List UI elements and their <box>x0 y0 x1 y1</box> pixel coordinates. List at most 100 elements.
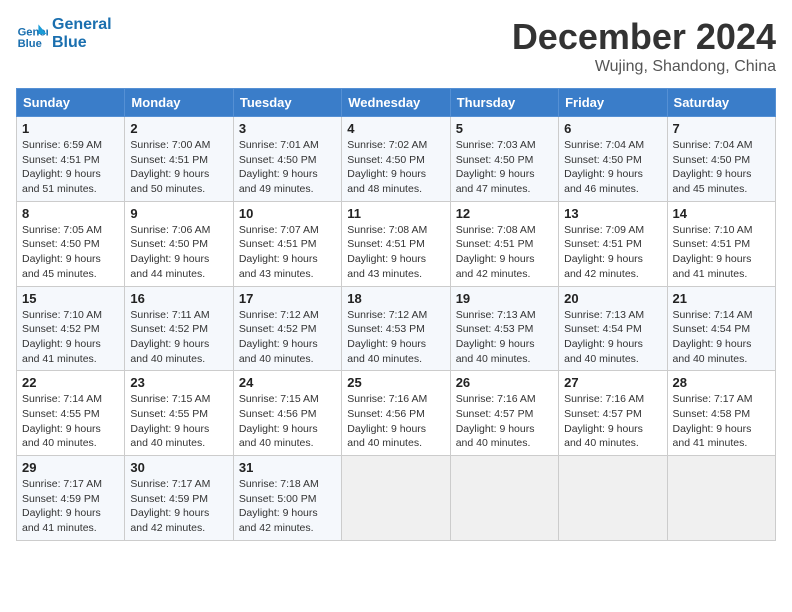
day-info: Sunrise: 7:06 AMSunset: 4:50 PMDaylight:… <box>130 223 227 282</box>
location: Wujing, Shandong, China <box>512 58 776 76</box>
calendar-cell: 15 Sunrise: 7:10 AMSunset: 4:52 PMDayligh… <box>17 286 125 371</box>
day-number: 16 <box>130 291 227 306</box>
day-info: Sunrise: 7:00 AMSunset: 4:51 PMDaylight:… <box>130 138 227 197</box>
day-info: Sunrise: 6:59 AMSunset: 4:51 PMDaylight:… <box>22 138 119 197</box>
day-info: Sunrise: 7:04 AMSunset: 4:50 PMDaylight:… <box>564 138 661 197</box>
calendar-cell: 4Sunrise: 7:02 AMSunset: 4:50 PMDaylight… <box>342 117 450 202</box>
calendar-header-row: SundayMondayTuesdayWednesdayThursdayFrid… <box>17 89 776 117</box>
day-number: 14 <box>673 206 770 221</box>
day-info: Sunrise: 7:09 AMSunset: 4:51 PMDaylight:… <box>564 223 661 282</box>
day-info: Sunrise: 7:15 AMSunset: 4:56 PMDaylight:… <box>239 392 336 451</box>
calendar-cell: 9 Sunrise: 7:06 AMSunset: 4:50 PMDaylight… <box>125 201 233 286</box>
day-number: 21 <box>673 291 770 306</box>
calendar-cell: 16 Sunrise: 7:11 AMSunset: 4:52 PMDayligh… <box>125 286 233 371</box>
day-number: 19 <box>456 291 553 306</box>
calendar-day-header: Thursday <box>450 89 558 117</box>
calendar-day-header: Friday <box>559 89 667 117</box>
calendar-cell <box>342 456 450 541</box>
calendar-day-header: Wednesday <box>342 89 450 117</box>
calendar-cell: 6 Sunrise: 7:04 AMSunset: 4:50 PMDaylight… <box>559 117 667 202</box>
day-number: 30 <box>130 460 227 475</box>
calendar-week-row: 8 Sunrise: 7:05 AMSunset: 4:50 PMDaylight… <box>17 201 776 286</box>
svg-text:Blue: Blue <box>18 38 42 50</box>
day-number: 5 <box>456 121 553 136</box>
day-info: Sunrise: 7:01 AMSunset: 4:50 PMDaylight:… <box>239 138 336 197</box>
calendar-cell: 5 Sunrise: 7:03 AMSunset: 4:50 PMDaylight… <box>450 117 558 202</box>
calendar-cell: 23Sunrise: 7:15 AMSunset: 4:55 PMDayligh… <box>125 371 233 456</box>
calendar-day-header: Sunday <box>17 89 125 117</box>
calendar-day-header: Tuesday <box>233 89 341 117</box>
day-number: 26 <box>456 375 553 390</box>
title-area: December 2024 Wujing, Shandong, China <box>512 16 776 76</box>
calendar-cell <box>667 456 775 541</box>
calendar-cell: 28 Sunrise: 7:17 AMSunset: 4:58 PMDayligh… <box>667 371 775 456</box>
day-number: 6 <box>564 121 661 136</box>
calendar-cell: 18 Sunrise: 7:12 AMSunset: 4:53 PMDayligh… <box>342 286 450 371</box>
calendar-cell: 3 Sunrise: 7:01 AMSunset: 4:50 PMDaylight… <box>233 117 341 202</box>
day-number: 9 <box>130 206 227 221</box>
calendar-week-row: 1 Sunrise: 6:59 AMSunset: 4:51 PMDaylight… <box>17 117 776 202</box>
logo-line1: General <box>52 16 112 34</box>
day-info: Sunrise: 7:03 AMSunset: 4:50 PMDaylight:… <box>456 138 553 197</box>
day-info: Sunrise: 7:17 AMSunset: 4:59 PMDaylight:… <box>130 477 227 536</box>
day-info: Sunrise: 7:12 AMSunset: 4:53 PMDaylight:… <box>347 308 444 367</box>
day-number: 25 <box>347 375 444 390</box>
day-info: Sunrise: 7:13 AMSunset: 4:53 PMDaylight:… <box>456 308 553 367</box>
day-info: Sunrise: 7:16 AMSunset: 4:56 PMDaylight:… <box>347 392 444 451</box>
day-number: 27 <box>564 375 661 390</box>
calendar-cell: 14Sunrise: 7:10 AMSunset: 4:51 PMDayligh… <box>667 201 775 286</box>
calendar-cell <box>450 456 558 541</box>
day-number: 7 <box>673 121 770 136</box>
day-info: Sunrise: 7:14 AMSunset: 4:55 PMDaylight:… <box>22 392 119 451</box>
calendar-cell: 8 Sunrise: 7:05 AMSunset: 4:50 PMDaylight… <box>17 201 125 286</box>
day-info: Sunrise: 7:17 AMSunset: 4:59 PMDaylight:… <box>22 477 119 536</box>
page-header: General Blue General Blue December 2024 … <box>16 16 776 76</box>
day-info: Sunrise: 7:04 AMSunset: 4:50 PMDaylight:… <box>673 138 770 197</box>
calendar-cell: 29 Sunrise: 7:17 AMSunset: 4:59 PMDayligh… <box>17 456 125 541</box>
calendar-cell <box>559 456 667 541</box>
day-info: Sunrise: 7:14 AMSunset: 4:54 PMDaylight:… <box>673 308 770 367</box>
calendar-cell: 12 Sunrise: 7:08 AMSunset: 4:51 PMDayligh… <box>450 201 558 286</box>
calendar-cell: 27 Sunrise: 7:16 AMSunset: 4:57 PMDayligh… <box>559 371 667 456</box>
calendar-cell: 10Sunrise: 7:07 AMSunset: 4:51 PMDayligh… <box>233 201 341 286</box>
calendar-cell: 19 Sunrise: 7:13 AMSunset: 4:53 PMDayligh… <box>450 286 558 371</box>
day-info: Sunrise: 7:13 AMSunset: 4:54 PMDaylight:… <box>564 308 661 367</box>
day-number: 11 <box>347 206 444 221</box>
calendar-cell: 30 Sunrise: 7:17 AMSunset: 4:59 PMDayligh… <box>125 456 233 541</box>
day-info: Sunrise: 7:11 AMSunset: 4:52 PMDaylight:… <box>130 308 227 367</box>
logo: General Blue General Blue <box>16 16 112 52</box>
day-number: 8 <box>22 206 119 221</box>
calendar-cell: 25 Sunrise: 7:16 AMSunset: 4:56 PMDayligh… <box>342 371 450 456</box>
calendar-week-row: 29 Sunrise: 7:17 AMSunset: 4:59 PMDayligh… <box>17 456 776 541</box>
day-number: 22 <box>22 375 119 390</box>
calendar-cell: 22 Sunrise: 7:14 AMSunset: 4:55 PMDayligh… <box>17 371 125 456</box>
day-number: 18 <box>347 291 444 306</box>
day-info: Sunrise: 7:05 AMSunset: 4:50 PMDaylight:… <box>22 223 119 282</box>
calendar-cell: 26Sunrise: 7:16 AMSunset: 4:57 PMDayligh… <box>450 371 558 456</box>
day-info: Sunrise: 7:16 AMSunset: 4:57 PMDaylight:… <box>564 392 661 451</box>
day-number: 3 <box>239 121 336 136</box>
day-number: 15 <box>22 291 119 306</box>
day-info: Sunrise: 7:17 AMSunset: 4:58 PMDaylight:… <box>673 392 770 451</box>
day-number: 28 <box>673 375 770 390</box>
day-number: 12 <box>456 206 553 221</box>
month-title: December 2024 <box>512 16 776 58</box>
calendar-table: SundayMondayTuesdayWednesdayThursdayFrid… <box>16 88 776 541</box>
calendar-cell: 1 Sunrise: 6:59 AMSunset: 4:51 PMDaylight… <box>17 117 125 202</box>
day-number: 29 <box>22 460 119 475</box>
calendar-week-row: 15 Sunrise: 7:10 AMSunset: 4:52 PMDayligh… <box>17 286 776 371</box>
day-info: Sunrise: 7:15 AMSunset: 4:55 PMDaylight:… <box>130 392 227 451</box>
day-number: 1 <box>22 121 119 136</box>
day-info: Sunrise: 7:08 AMSunset: 4:51 PMDaylight:… <box>456 223 553 282</box>
day-info: Sunrise: 7:18 AMSunset: 5:00 PMDaylight:… <box>239 477 336 536</box>
logo-icon: General Blue <box>16 18 48 50</box>
logo-line2: Blue <box>52 34 112 52</box>
day-info: Sunrise: 7:10 AMSunset: 4:52 PMDaylight:… <box>22 308 119 367</box>
day-number: 24 <box>239 375 336 390</box>
calendar-cell: 17Sunrise: 7:12 AMSunset: 4:52 PMDayligh… <box>233 286 341 371</box>
calendar-cell: 20Sunrise: 7:13 AMSunset: 4:54 PMDayligh… <box>559 286 667 371</box>
calendar-cell: 24 Sunrise: 7:15 AMSunset: 4:56 PMDayligh… <box>233 371 341 456</box>
day-number: 31 <box>239 460 336 475</box>
calendar-cell: 2Sunrise: 7:00 AMSunset: 4:51 PMDaylight… <box>125 117 233 202</box>
day-info: Sunrise: 7:07 AMSunset: 4:51 PMDaylight:… <box>239 223 336 282</box>
